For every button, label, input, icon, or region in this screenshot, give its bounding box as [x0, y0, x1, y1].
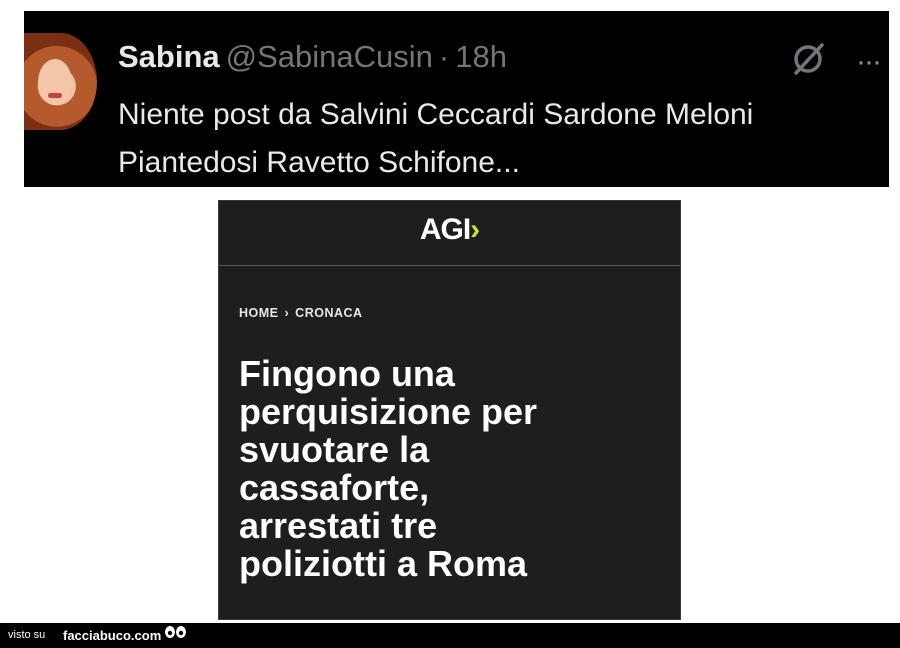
- breadcrumb-separator: ›: [284, 306, 290, 320]
- logo-text: AGI: [419, 213, 471, 246]
- breadcrumb-section[interactable]: CRONACA: [295, 306, 362, 320]
- tweet-card: Sabina @SabinaCusin · 18h ··· Niente post d…: [24, 11, 889, 187]
- headline-line: arrestati tre: [239, 505, 438, 546]
- breadcrumb: HOME › CRONACA: [239, 306, 363, 320]
- headline-line: cassaforte,: [239, 467, 430, 508]
- more-icon[interactable]: ···: [856, 45, 882, 79]
- tweet-time[interactable]: 18h: [455, 39, 507, 74]
- site-name[interactable]: facciabuco.com: [63, 628, 161, 643]
- article-headline: Fingono una perquisizione per svuotare l…: [239, 355, 659, 583]
- logo-arrow-icon: ›: [470, 213, 480, 246]
- avatar-lips: [48, 93, 62, 98]
- grok-icon[interactable]: [790, 41, 826, 77]
- headline-line: perquisizione per: [239, 391, 538, 432]
- header-divider: [219, 265, 680, 266]
- agi-logo[interactable]: AGI›: [219, 213, 680, 247]
- avatar[interactable]: [24, 33, 97, 130]
- tweet-text: Niente post da Salvini Ceccardi Sardone …: [118, 91, 888, 187]
- headline-line: poliziotti a Roma: [239, 543, 527, 584]
- headline-line: Fingono una: [239, 353, 455, 394]
- header-separator: ·: [438, 39, 450, 74]
- tweet-text-line-2: Piantedosi Ravetto Schifone...: [118, 146, 520, 179]
- footer-bar: visto su facciabuco.com: [0, 623, 900, 648]
- user-handle[interactable]: @SabinaCusin: [226, 39, 433, 74]
- breadcrumb-home[interactable]: HOME: [239, 306, 279, 320]
- headline-line: svuotare la: [239, 429, 430, 470]
- display-name[interactable]: Sabina: [118, 39, 220, 74]
- eyes-icon: [165, 626, 186, 638]
- avatar-face: [38, 59, 72, 105]
- visto-su-label: visto su: [8, 629, 46, 641]
- tweet-header: Sabina @SabinaCusin · 18h: [118, 39, 507, 75]
- tweet-text-line-1: Niente post da Salvini Ceccardi Sardone …: [118, 98, 754, 131]
- article-screenshot: AGI› HOME › CRONACA Fingono una perquisizi…: [218, 200, 681, 620]
